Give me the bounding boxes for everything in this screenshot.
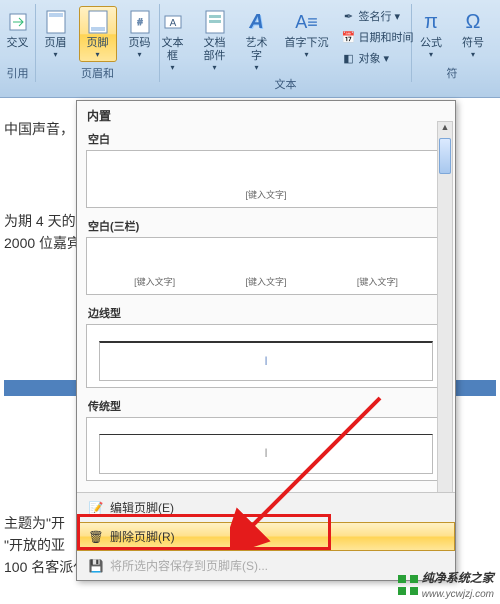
crossref-icon	[5, 9, 31, 35]
header-icon	[43, 9, 69, 35]
datetime-icon: 📅	[342, 30, 356, 44]
header-button[interactable]: 页眉 ▾	[37, 6, 75, 62]
chevron-down-icon: ▾	[254, 63, 258, 72]
group-text: A 文本框 ▾ 文档部件 ▾ A 艺术字 ▾ A≡ 首字下沉 ▾	[160, 4, 412, 82]
object-icon: ◧	[342, 51, 356, 65]
symbol-button[interactable]: Ω 符号 ▾	[454, 6, 492, 62]
save-icon: 💾	[88, 558, 104, 574]
scroll-thumb[interactable]	[439, 138, 451, 174]
object-button[interactable]: ◧对象 ▾	[338, 48, 418, 68]
datetime-button[interactable]: 📅日期和时间	[338, 27, 418, 47]
pi-icon: π	[418, 9, 444, 35]
gallery-footer-menu: 📝 编辑页脚(E) 🗑 删除页脚(R) 💾 将所选内容保存到页脚库(S)...	[77, 492, 455, 580]
gallery-section-builtin: 内置	[77, 101, 455, 128]
wordart-icon: A	[244, 9, 270, 35]
svg-text:A: A	[169, 18, 176, 29]
chevron-down-icon: ▾	[95, 50, 99, 59]
footer-button[interactable]: 页脚 ▾	[79, 6, 117, 62]
gallery-item-blank3[interactable]: 空白(三栏) [键入文字] [键入文字] [键入文字]	[85, 217, 447, 296]
chevron-down-icon: ▾	[471, 50, 475, 59]
remove-footer-menuitem[interactable]: 🗑 删除页脚(R)	[77, 522, 455, 551]
footer-icon	[85, 9, 111, 35]
group-references: 交叉 引用	[0, 4, 36, 82]
chevron-down-icon: ▾	[53, 50, 57, 59]
cross-reference-button[interactable]: 交叉	[0, 6, 37, 53]
watermark: 纯净系统之家 www.ycwjzj.com	[398, 569, 494, 600]
signature-line-button[interactable]: ✒签名行 ▾	[338, 6, 418, 26]
chevron-down-icon: ▾	[212, 63, 216, 72]
pagenum-icon: #	[127, 9, 153, 35]
delete-icon: 🗑	[88, 529, 104, 545]
group-symbols: π 公式 ▾ Ω 符号 ▾ 符	[412, 4, 492, 82]
chevron-down-icon: ▾	[170, 63, 174, 72]
svg-text:#: #	[137, 17, 142, 27]
equation-button[interactable]: π 公式 ▾	[412, 6, 450, 62]
signature-icon: ✒	[342, 9, 356, 23]
chevron-down-icon: ▾	[304, 50, 308, 59]
gallery-item-blank[interactable]: 空白 [键入文字]	[85, 130, 447, 209]
edit-icon: 📝	[88, 500, 104, 516]
scroll-up-icon[interactable]: ▲	[438, 122, 452, 136]
dropcap-button[interactable]: A≡ 首字下沉 ▾	[280, 6, 334, 62]
gallery-scrollbar[interactable]: ▲ ▼	[437, 121, 453, 492]
gallery-item-border[interactable]: 边线型 |	[85, 304, 447, 389]
chevron-down-icon: ▾	[429, 50, 433, 59]
dropcap-icon: A≡	[294, 9, 320, 35]
footer-gallery-dropdown: 内置 空白 [键入文字] 空白(三栏) [键入文字] [键入文字] [键入文字]…	[76, 100, 456, 581]
ribbon: 交叉 引用 页眉 ▾ 页脚 ▾ # 页码 ▾	[0, 0, 500, 98]
wordart-button[interactable]: A 艺术字 ▾	[238, 6, 276, 75]
textbox-button[interactable]: A 文本框 ▾	[154, 6, 192, 75]
quick-parts-button[interactable]: 文档部件 ▾	[196, 6, 234, 75]
chevron-down-icon: ▾	[137, 50, 141, 59]
gallery-item-traditional[interactable]: 传统型 |	[85, 397, 447, 482]
parts-icon	[202, 9, 228, 35]
edit-footer-menuitem[interactable]: 📝 编辑页脚(E)	[77, 493, 455, 522]
textbox-icon: A	[160, 9, 186, 35]
omega-icon: Ω	[460, 9, 486, 35]
watermark-logo-icon	[398, 575, 418, 595]
group-header-footer: 页眉 ▾ 页脚 ▾ # 页码 ▾ 页眉和	[36, 4, 160, 82]
